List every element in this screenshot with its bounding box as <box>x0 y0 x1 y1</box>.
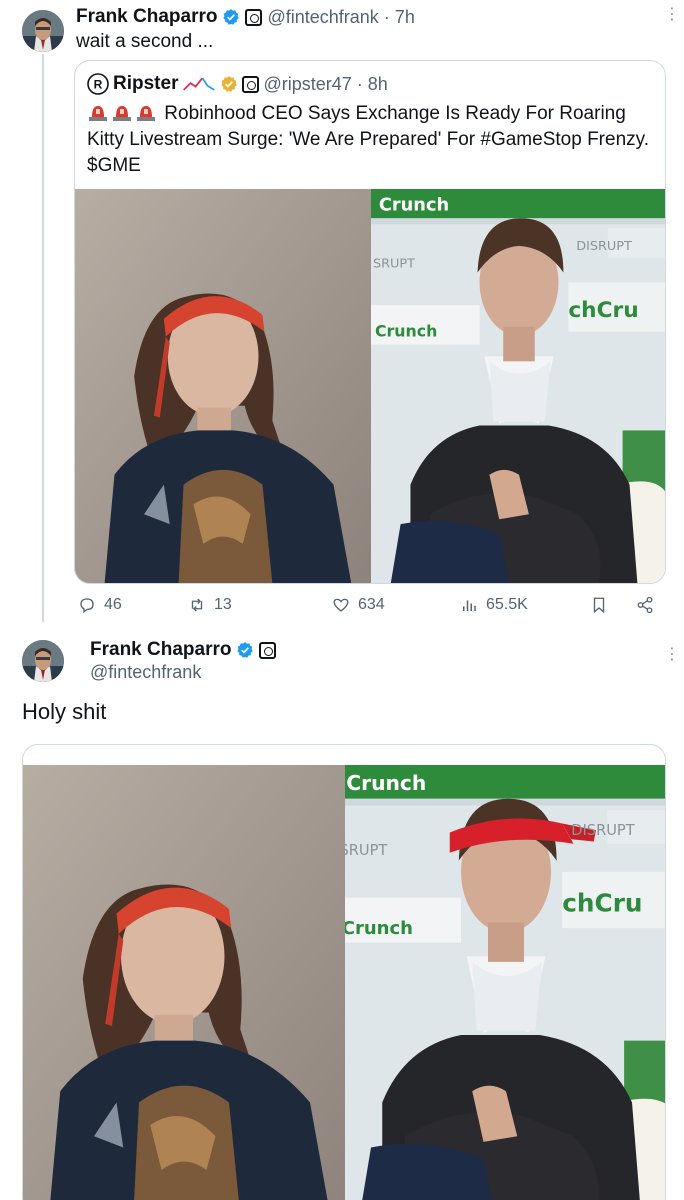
svg-text:R: R <box>94 78 103 92</box>
sign-text-mid: Crunch <box>375 322 437 341</box>
sign-text-right: chCru <box>568 298 638 323</box>
share-button[interactable] <box>636 592 654 618</box>
tweet-header: Frank Chaparro @fintechfrank · 7h <box>76 5 415 29</box>
author-handle[interactable]: @fintechfrank <box>90 662 201 683</box>
tweet-header: Frank Chaparro <box>90 638 277 662</box>
tweet-text: wait a second ... <box>76 31 214 52</box>
quote-photo-left[interactable] <box>75 189 371 583</box>
retweet-count: 13 <box>214 596 232 613</box>
tweet-text: Holy shit <box>22 699 107 724</box>
quote-photo-right[interactable]: Crunch Crunch chCru DISRUPT SRUPT <box>371 189 666 583</box>
tweet-action-bar: 46 13 634 65.5K <box>74 592 666 618</box>
siren-icon <box>89 106 107 121</box>
media-photo-right[interactable]: Crunch Crunch chCru DISRUPT SRUPT <box>345 765 666 1200</box>
views-button[interactable]: 65.5K <box>460 592 528 618</box>
more-icon[interactable]: ⋮ <box>664 7 680 23</box>
author-name[interactable]: Frank Chaparro <box>76 6 217 28</box>
verified-badge-icon <box>237 642 254 658</box>
reply-button[interactable]: 46 <box>78 592 122 618</box>
sign-text-mid: Crunch <box>345 918 413 939</box>
share-icon <box>637 596 653 614</box>
reply-count: 46 <box>104 596 122 613</box>
quote-author-name[interactable]: Ripster <box>113 73 178 95</box>
sign-text-srupt: SRUPT <box>345 842 387 859</box>
sign-text-disrupt: DISRUPT <box>571 822 634 839</box>
retweet-icon <box>191 598 203 612</box>
sign-text-top: Crunch <box>379 195 449 215</box>
reply-icon <box>80 598 94 614</box>
quote-text-block: Robinhood CEO Says Exchange Is Ready For… <box>87 101 653 179</box>
avatar[interactable] <box>22 640 64 682</box>
like-count: 634 <box>358 596 385 613</box>
quote-handle-time[interactable]: @ripster47 · 8h <box>263 74 387 95</box>
verified-badge-icon <box>221 76 238 92</box>
views-icon <box>463 600 476 611</box>
quoted-tweet-card[interactable]: R Ripster @ripster47 · 8h Robinhood CEO … <box>74 60 666 584</box>
bookmark-button[interactable] <box>590 592 608 618</box>
siren-icon <box>113 106 131 121</box>
like-button[interactable]: 634 <box>332 592 385 618</box>
author-handle-time[interactable]: @fintechfrank · 7h <box>267 7 414 28</box>
sign-text-top: Crunch <box>346 771 426 795</box>
author-name[interactable]: Frank Chaparro <box>90 639 231 661</box>
affiliate-badge-icon[interactable] <box>245 8 263 26</box>
quote-text: Robinhood CEO Says Exchange Is Ready For… <box>87 103 650 176</box>
sign-text-right: chCru <box>562 888 642 917</box>
affiliate-badge-icon[interactable] <box>259 641 277 659</box>
affiliate-badge-icon[interactable] <box>242 75 260 93</box>
tweet-media-card[interactable]: Crunch Crunch chCru DISRUPT SRUPT <box>22 744 666 1200</box>
sign-text-disrupt: DISRUPT <box>576 239 632 254</box>
views-count: 65.5K <box>486 596 528 613</box>
avatar-image <box>22 640 64 682</box>
verified-badge-icon <box>223 9 240 25</box>
ripster-avatar-icon: R <box>87 73 109 95</box>
thread-connector <box>42 54 44 622</box>
heart-icon <box>333 598 349 612</box>
siren-icon <box>137 106 155 121</box>
media-photo-left[interactable] <box>23 765 345 1200</box>
more-icon[interactable]: ⋮ <box>664 647 680 663</box>
chart-emoji-icon <box>183 77 216 91</box>
quote-header: R Ripster @ripster47 · 8h <box>87 73 388 95</box>
bookmark-icon <box>593 597 605 614</box>
retweet-button[interactable]: 13 <box>188 592 232 618</box>
avatar-image <box>22 10 64 52</box>
sign-text-srupt: SRUPT <box>373 257 415 272</box>
avatar[interactable] <box>22 10 64 52</box>
